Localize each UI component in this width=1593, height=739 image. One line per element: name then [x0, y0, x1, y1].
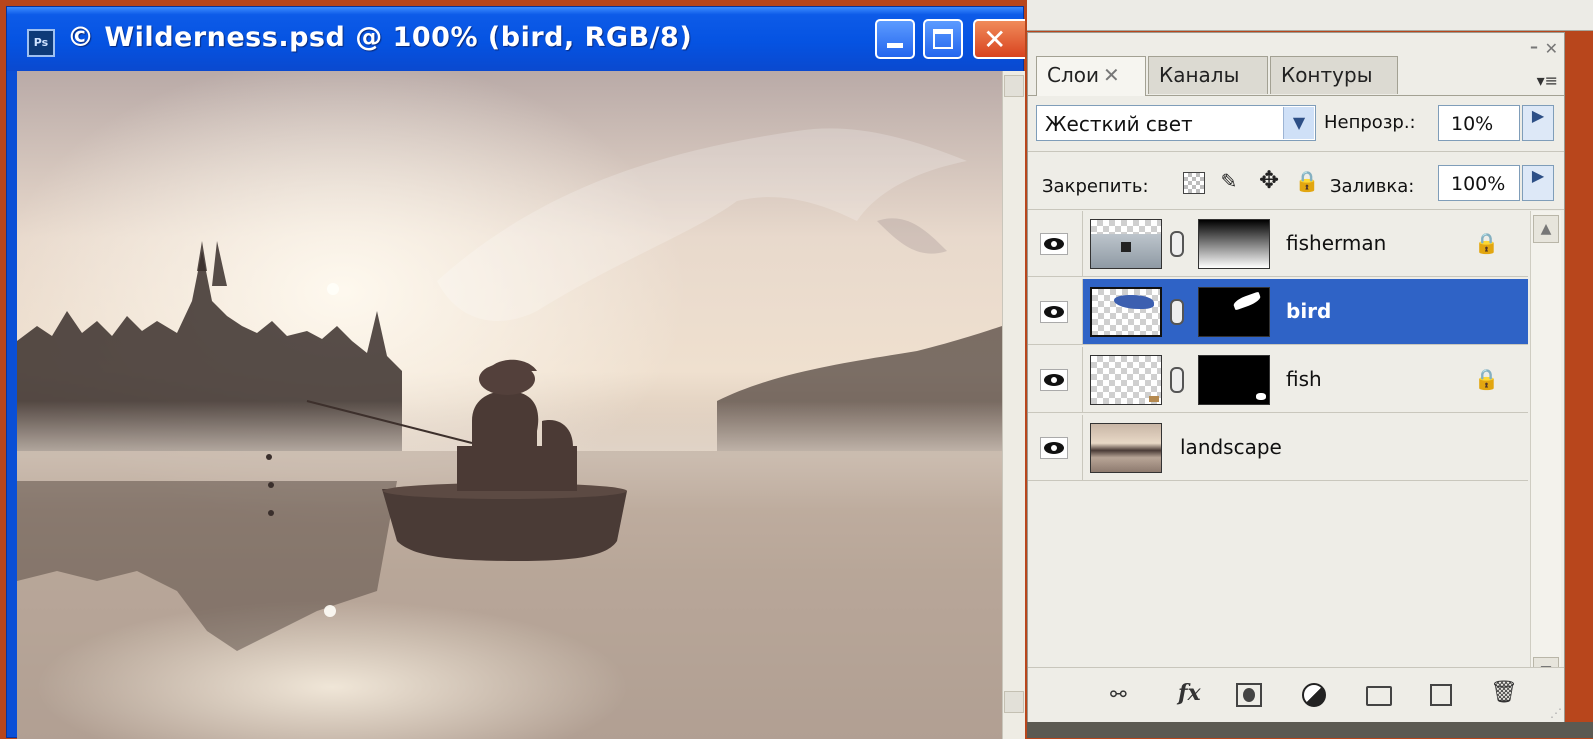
- visibility-cell[interactable]: [1028, 415, 1083, 480]
- visibility-cell[interactable]: [1028, 211, 1083, 276]
- layers-bottom-toolbar: ⚯ fx 🗑 ⋰: [1028, 667, 1564, 722]
- divider: [1028, 151, 1564, 152]
- layer-name: fisherman: [1286, 231, 1387, 255]
- layer-name: fish: [1286, 367, 1322, 391]
- lock-label: Закрепить:: [1042, 176, 1149, 197]
- lock-icon: 🔒: [1474, 231, 1499, 255]
- chevron-down-icon[interactable]: ▼: [1283, 107, 1314, 139]
- lock-transparent-pixels-icon[interactable]: [1180, 169, 1206, 197]
- fill-label: Заливка:: [1330, 176, 1415, 197]
- layer-mask-thumbnail[interactable]: [1198, 355, 1270, 405]
- tab-layers-label: Слои: [1047, 63, 1099, 87]
- eye-icon[interactable]: [1040, 301, 1068, 323]
- opacity-field[interactable]: 10%: [1438, 105, 1520, 141]
- panel-minimize-icon[interactable]: –: [1530, 37, 1538, 56]
- layers-list[interactable]: fisherman 🔒 bird fish 🔒 landscape: [1028, 211, 1528, 661]
- scroll-up-icon[interactable]: [1004, 75, 1024, 97]
- eye-icon[interactable]: [1040, 233, 1068, 255]
- blend-mode-value: Жесткий свет: [1045, 112, 1193, 136]
- fill-slider-arrow-icon[interactable]: ▶: [1522, 165, 1554, 201]
- lock-icon: 🔒: [1474, 367, 1499, 391]
- layers-scrollbar[interactable]: ▲ ▼: [1530, 211, 1561, 689]
- layer-thumbnail: [1090, 219, 1162, 269]
- opacity-slider-arrow-icon[interactable]: ▶: [1522, 105, 1554, 141]
- minimize-icon: [887, 43, 903, 48]
- layer-row-bird[interactable]: bird: [1028, 279, 1528, 345]
- document-window[interactable]: Ps © Wilderness.psd @ 100% (bird, RGB/8)…: [6, 6, 1025, 739]
- mask-link-icon[interactable]: [1170, 299, 1184, 325]
- panel-menu-icon[interactable]: ▾≡: [1537, 71, 1558, 90]
- layer-row-landscape[interactable]: landscape: [1028, 415, 1528, 481]
- title-bar[interactable]: Ps © Wilderness.psd @ 100% (bird, RGB/8)…: [7, 7, 1025, 71]
- opacity-label: Непрозр.:: [1324, 112, 1416, 133]
- layer-mask-thumbnail[interactable]: [1198, 287, 1270, 337]
- scroll-up-icon[interactable]: ▲: [1533, 215, 1559, 243]
- lock-all-icon[interactable]: 🔒: [1294, 169, 1320, 197]
- wilderness-image: [17, 71, 1002, 739]
- document-canvas[interactable]: [17, 71, 1002, 739]
- tab-paths-label: Контуры: [1281, 63, 1373, 87]
- window-title: © Wilderness.psd @ 100% (bird, RGB/8): [67, 22, 693, 53]
- lock-position-icon[interactable]: ✥: [1256, 166, 1282, 194]
- resize-grip-icon[interactable]: ⋰: [1550, 706, 1562, 720]
- layer-style-fx-icon[interactable]: fx: [1178, 680, 1201, 706]
- close-icon: ✕: [983, 23, 1007, 56]
- photoshop-document-icon: Ps: [27, 29, 55, 57]
- desktop-background: [1565, 32, 1593, 738]
- layer-row-fish[interactable]: fish 🔒: [1028, 347, 1528, 413]
- tab-close-icon[interactable]: ✕: [1103, 63, 1120, 87]
- eye-icon[interactable]: [1040, 369, 1068, 391]
- lock-image-pixels-icon[interactable]: ✎: [1216, 169, 1242, 197]
- fill-field[interactable]: 100%: [1438, 165, 1520, 201]
- close-button[interactable]: ✕: [973, 19, 1025, 59]
- visibility-cell[interactable]: [1028, 279, 1083, 344]
- maximize-button[interactable]: [923, 19, 963, 59]
- layers-panel[interactable]: – ✕ Слои ✕ Каналы Контуры ▾≡ Жесткий свет…: [1027, 32, 1565, 722]
- layer-name: landscape: [1180, 435, 1282, 459]
- layer-thumbnail: [1090, 287, 1162, 337]
- layer-name: bird: [1286, 299, 1332, 323]
- panel-close-icon[interactable]: ✕: [1545, 39, 1558, 58]
- tab-paths[interactable]: Контуры: [1270, 56, 1398, 94]
- divider: [1028, 209, 1564, 210]
- maximize-icon: [933, 29, 953, 49]
- tab-layers[interactable]: Слои ✕: [1036, 56, 1146, 96]
- document-vertical-scrollbar[interactable]: [1002, 71, 1025, 739]
- blend-mode-select[interactable]: Жесткий свет ▼: [1036, 105, 1316, 141]
- panel-dock-bottom: [1027, 722, 1593, 738]
- layer-mask-thumbnail[interactable]: [1198, 219, 1270, 269]
- layer-thumbnail: [1090, 423, 1162, 473]
- scroll-down-icon[interactable]: [1004, 691, 1024, 713]
- mask-link-icon[interactable]: [1170, 367, 1184, 393]
- adjustment-layer-icon[interactable]: [1302, 683, 1326, 707]
- link-layers-icon[interactable]: ⚯: [1110, 682, 1127, 706]
- new-layer-icon[interactable]: [1430, 684, 1452, 706]
- panel-dock-top: [1027, 0, 1593, 31]
- visibility-cell[interactable]: [1028, 347, 1083, 412]
- trash-icon[interactable]: 🗑: [1490, 680, 1518, 705]
- layer-thumbnail: [1090, 355, 1162, 405]
- tab-channels[interactable]: Каналы: [1148, 56, 1268, 94]
- minimize-button[interactable]: [875, 19, 915, 59]
- add-mask-icon[interactable]: [1236, 683, 1262, 707]
- eye-icon[interactable]: [1040, 437, 1068, 459]
- new-group-folder-icon[interactable]: [1366, 686, 1392, 706]
- tab-channels-label: Каналы: [1159, 63, 1240, 87]
- mask-link-icon[interactable]: [1170, 231, 1184, 257]
- layer-row-fisherman[interactable]: fisherman 🔒: [1028, 211, 1528, 277]
